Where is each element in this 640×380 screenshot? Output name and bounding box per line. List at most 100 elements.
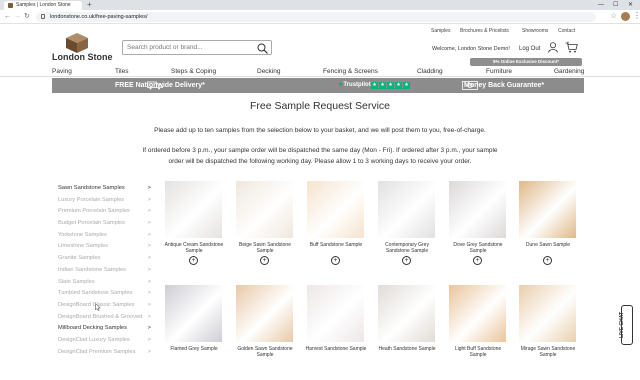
sidebar-item[interactable]: Premium Porcelain Samples > [58,206,155,218]
add-sample-icon[interactable]: + [189,256,198,265]
sidebar-item[interactable]: Granite Samples > [58,253,155,265]
sample-name[interactable]: Buff Sandstone Sample [305,242,367,248]
search-icon[interactable] [257,43,268,54]
logo-text[interactable]: London Stone [52,52,113,62]
chevron-right-icon: > [147,255,151,262]
sidebar-item[interactable]: Indian Sandstone Samples > [58,265,155,277]
url-field[interactable]: londonstone.co.uk/free-paving-samples/ [36,12,596,22]
nav-cladding[interactable]: Cladding [417,67,443,77]
close-window-button[interactable]: ✕ [628,0,633,10]
sidebar-item[interactable]: Limestone Samples > [58,241,155,253]
sidebar-item[interactable]: Luxury Porcelain Samples > [58,195,155,207]
search-input[interactable]: Search product or brand... [122,40,272,55]
sample-card[interactable]: Heath Sandstone Sample [376,285,436,380]
add-sample-icon[interactable]: + [543,256,552,265]
sidebar-item[interactable]: Millboard Decking Samples > [58,323,155,335]
sidebar-item[interactable]: DesignClad Premium Samples > [58,347,155,359]
sample-image[interactable] [236,181,293,238]
sample-name[interactable]: Mirage Sawn Sandstone Sample [517,346,579,358]
sample-name[interactable]: Golden Sawn Sandstone Sample [234,346,296,358]
sample-name[interactable]: Harvest Sandstone Sample [305,346,367,352]
profile-avatar[interactable] [621,12,630,21]
chevron-right-icon: > [147,208,151,215]
back-icon[interactable]: ← [4,12,11,22]
sample-name[interactable]: Contemporary Grey Sandstone Sample [376,242,438,254]
sample-card[interactable]: Light Buff Sandstone Sample [447,285,507,380]
sample-image[interactable] [307,181,364,238]
live-chat-button[interactable]: LIVE CHAT [619,305,633,345]
sample-card[interactable]: Contemporary Grey Sandstone Sample + [376,181,436,276]
sample-card[interactable]: Dune Sawn Sample + [517,181,577,276]
logo-icon[interactable] [66,33,88,53]
sample-card[interactable]: Buff Sandstone Sample + [305,181,365,276]
reload-icon[interactable]: ↻ [24,12,30,22]
sample-name[interactable]: Beige Sawn Sandstone Sample [234,242,296,254]
sample-image[interactable] [449,181,506,238]
bookmark-star-icon[interactable]: ☆ [610,11,617,20]
sidebar-item[interactable]: Yorkstone Samples > [58,230,155,242]
nav-paving[interactable]: Paving [52,67,72,77]
sample-image[interactable] [378,285,435,342]
intro-text: Please add up to ten samples from the se… [154,127,486,134]
brochures-link[interactable]: Brochures & Pricelists [460,28,509,34]
sample-image[interactable] [519,285,576,342]
chevron-right-icon: > [147,290,151,297]
nav-steps-coping[interactable]: Steps & Coping [171,67,216,77]
samples-link[interactable]: Samples [431,28,450,34]
sidebar-item[interactable]: DesignClad Luxury Samples > [58,335,155,347]
sample-name[interactable]: Antique Cream Sandstone Sample [163,242,225,254]
sidebar-item[interactable]: DesignBoard Brushed & Grooved > [58,312,155,324]
sample-image[interactable] [165,181,222,238]
sample-image[interactable] [236,285,293,342]
sample-image[interactable] [378,181,435,238]
nav-gardening[interactable]: Gardening [554,67,584,77]
nav-decking[interactable]: Decking [257,67,280,77]
trustpilot-rating[interactable]: ★Trustpilot ★ ★ ★ ★ ★ [338,81,416,90]
sidebar-item[interactable]: Budget Porcelain Samples > [58,218,155,230]
nav-tiles[interactable]: Tiles [115,67,128,77]
contact-link[interactable]: Contact [558,28,575,34]
sample-card[interactable]: Antique Cream Sandstone Sample + [163,181,223,276]
sample-card[interactable]: Golden Sawn Sandstone Sample [234,285,294,380]
sample-name[interactable]: Flamed Grey Sample [163,346,225,352]
user-icon[interactable] [548,42,558,53]
discount-badge[interactable]: 5% Online Exclusive Discount* [470,58,582,66]
new-tab-button[interactable]: + [87,0,92,10]
chevron-right-icon: > [147,220,151,227]
sample-name[interactable]: Light Buff Sandstone Sample [447,346,509,358]
browser-menu-icon[interactable]: ⋮ [633,11,640,20]
add-sample-icon[interactable]: + [402,256,411,265]
maximize-button[interactable]: ☐ [613,0,618,10]
add-sample-icon[interactable]: + [473,256,482,265]
sample-card[interactable]: Dove Grey Sandstone Sample + [447,181,507,276]
sidebar-item[interactable]: DesignBoard Classic Samples > [58,300,155,312]
sidebar-item-label: DesignClad Luxury Samples [58,336,130,343]
add-sample-icon[interactable]: + [331,256,340,265]
sidebar-item-label: Sawn Sandstone Samples [58,185,125,191]
sidebar-item-label: Budget Porcelain Samples [58,220,126,227]
dispatch-text-line-2: order will be dispatched the following w… [168,158,472,165]
forward-icon[interactable]: → [14,12,21,22]
sample-card[interactable]: Beige Sawn Sandstone Sample + [234,181,294,276]
nav-furniture[interactable]: Furniture [486,67,512,77]
sample-image[interactable] [519,181,576,238]
sample-card[interactable]: Harvest Sandstone Sample [305,285,367,380]
sample-image[interactable] [165,285,222,342]
sample-name[interactable]: Dove Grey Sandstone Sample [447,242,509,254]
sample-name[interactable]: Dune Sawn Sample [517,242,579,248]
sidebar-item[interactable]: Slate Samples > [58,277,155,289]
sidebar-item[interactable]: Tumbled Sandstone Samples > [58,288,155,300]
add-sample-icon[interactable]: + [260,256,269,265]
browser-tab[interactable]: Samples | London Stone × [4,1,82,10]
chevron-right-icon: > [147,231,151,238]
minimize-button[interactable]: — [598,0,604,10]
sample-image[interactable] [449,285,506,342]
sample-name[interactable]: Heath Sandstone Sample [376,346,438,352]
sample-card[interactable]: Mirage Sawn Sandstone Sample [517,285,577,380]
showrooms-link[interactable]: Showrooms [522,28,548,34]
sample-card[interactable]: Flamed Grey Sample [163,285,223,380]
logout-link[interactable]: Log Out [519,46,540,52]
sidebar-item[interactable]: Sawn Sandstone Samples > [58,183,155,195]
nav-fencing-screens[interactable]: Fencing & Screens [323,67,378,77]
sample-image[interactable] [307,285,364,342]
